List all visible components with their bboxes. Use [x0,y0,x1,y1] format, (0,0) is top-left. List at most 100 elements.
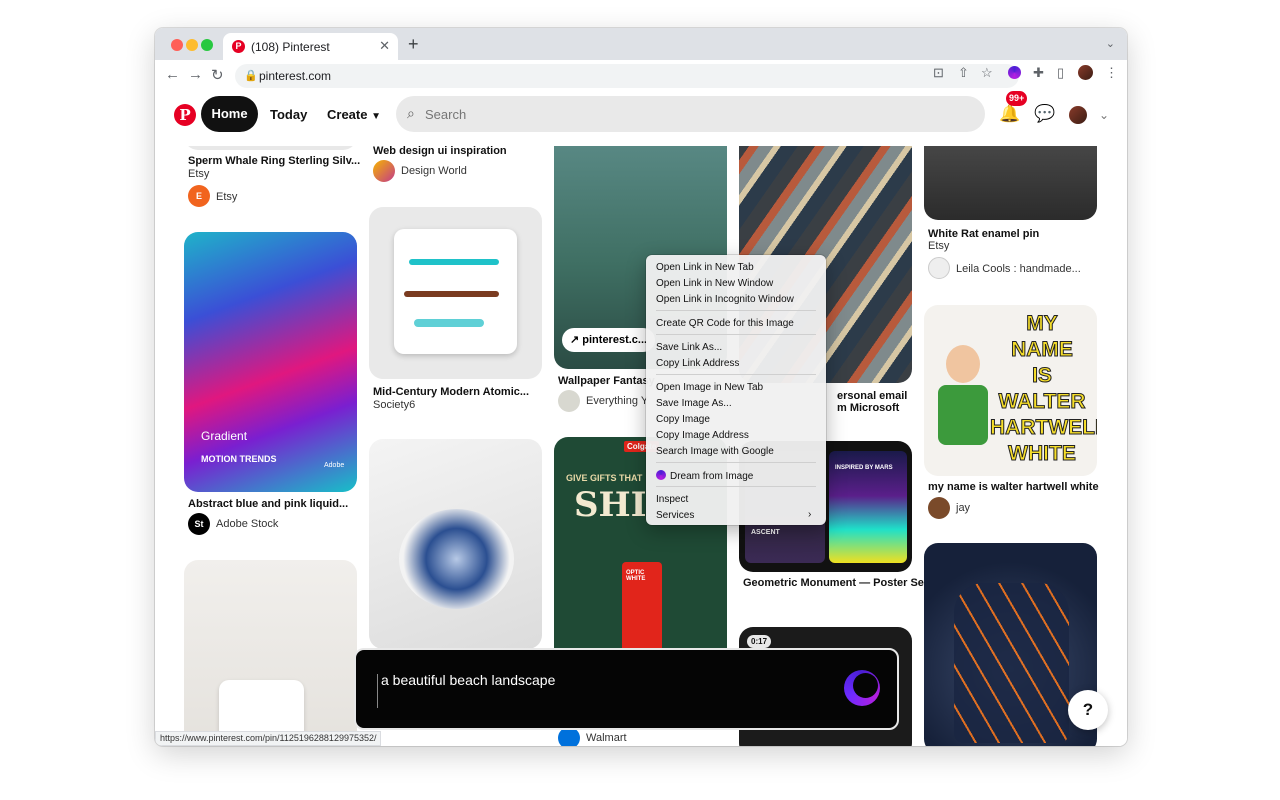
menu-item-copy-link-address[interactable]: Copy Link Address [656,358,739,369]
minimize-window-button[interactable] [186,39,198,51]
video-duration: 0:17 [747,635,772,648]
pin-author-avatar[interactable] [928,497,950,519]
adobe-logo-text: Adobe [324,462,345,469]
pin-author-avatar[interactable] [558,390,580,412]
pin-title[interactable]: Web design ui inspiration [373,146,507,157]
pin-image[interactable]: MY NAME IS WALTER HARTWELL WHITE [924,305,1097,476]
menu-item-save-image-as[interactable]: Save Image As... [656,398,732,409]
menu-item-label: Dream from Image [670,471,754,482]
hoodie-shape [954,583,1069,743]
pin-author[interactable]: jay [956,502,970,514]
home-button[interactable]: Home [201,96,258,132]
pin-author[interactable]: Leila Cools : handmade... [956,263,1081,275]
extensions-puzzle-icon[interactable]: ✚ [1033,65,1044,81]
pin-title-fragment[interactable]: m Microsoft [837,402,899,414]
ai-prompt-input[interactable]: a beautiful beach landscape [381,672,555,688]
messages-icon[interactable]: 💬 [1034,104,1055,124]
sink-shape [399,509,514,609]
browser-tab[interactable]: P (108) Pinterest ✕ [223,33,398,60]
browser-window: P (108) Pinterest ✕ + ⌄ ← → ↻ 🔒 pinteres… [155,28,1127,746]
bookmark-star-icon[interactable]: ☆ [981,65,993,81]
context-menu: Open Link in New Tab Open Link in New Wi… [646,255,826,525]
pin-author[interactable]: Adobe Stock [216,518,278,530]
pin-link-button[interactable]: ↗ pinterest.c... [562,328,656,352]
status-bar-url: https://www.pinterest.com/pin/1125196288… [155,731,382,746]
menu-item-copy-image-address[interactable]: Copy Image Address [656,430,749,441]
pin-subtitle: Etsy [188,168,210,180]
menu-item-dream-from-image[interactable]: Dream from Image [656,470,753,482]
create-menu[interactable]: Create ▼ [327,107,381,122]
pin-title[interactable]: Mid-Century Modern Atomic... [373,386,529,398]
menu-item-open-link-new-window[interactable]: Open Link in New Window [656,278,773,289]
pin-image[interactable] [369,207,542,379]
help-button[interactable]: ? [1068,690,1108,730]
pin-link-label: pinterest.c... [582,334,648,346]
pin-author-avatar[interactable] [373,160,395,182]
maximize-window-button[interactable] [201,39,213,51]
notifications-bell-icon[interactable]: 🔔 [999,104,1020,124]
ai-prompt-bar[interactable]: a beautiful beach landscape [354,648,899,730]
pin-title[interactable]: my name is walter hartwell white [928,481,1099,493]
pin-title[interactable]: White Rat enamel pin [928,228,1039,240]
menu-item-copy-image[interactable]: Copy Image [656,414,710,425]
ai-extension-icon[interactable] [1008,66,1021,79]
menu-item-open-link-new-tab[interactable]: Open Link in New Tab [656,262,754,273]
reload-icon[interactable]: ↻ [211,66,224,84]
menu-item-search-image-google[interactable]: Search Image with Google [656,446,774,457]
share-icon[interactable]: ⇧ [958,65,969,81]
new-tab-button[interactable]: + [408,34,419,55]
pin-title[interactable]: Abstract blue and pink liquid... [188,498,348,510]
pin-author[interactable]: Design World [401,165,467,177]
tab-bar: P (108) Pinterest ✕ + ⌄ [155,28,1127,60]
pin-image[interactable] [184,560,357,746]
browser-menu-icon[interactable]: ⋮ [1105,65,1118,81]
menu-item-inspect[interactable]: Inspect [656,494,688,505]
pin-author-avatar[interactable]: E [188,185,210,207]
meme-text: MY NAME IS WALTER HARTWELL WHITE [990,312,1098,466]
account-chevron-icon[interactable]: ⌄ [1099,108,1109,122]
pin-image-text: ASCENT [751,529,780,536]
install-icon[interactable]: ⊡ [933,65,944,81]
close-window-button[interactable] [171,39,183,51]
menu-item-open-image-new-tab[interactable]: Open Image in New Tab [656,382,763,393]
user-avatar[interactable] [1069,106,1087,124]
pin-title-fragment[interactable]: ersonal email [837,390,907,402]
menu-divider [656,334,816,335]
close-tab-icon[interactable]: ✕ [379,38,390,54]
pin-title[interactable]: Wallpaper Fantasy [558,375,655,387]
ai-orb-icon[interactable] [844,670,880,706]
pillow-shape [394,229,517,354]
side-panel-icon[interactable]: ▯ [1057,65,1064,81]
menu-item-create-qr-code[interactable]: Create QR Code for this Image [656,318,794,329]
menu-item-save-link-as[interactable]: Save Link As... [656,342,722,353]
menu-item-services[interactable]: Services [656,510,694,521]
notification-badge: 99+ [1006,91,1028,106]
pin-image[interactable] [369,439,542,649]
pin-image[interactable] [184,146,357,150]
back-arrow-icon[interactable]: ← [165,66,180,83]
pin-subtitle: Etsy [928,240,950,252]
menu-item-open-link-incognito[interactable]: Open Link in Incognito Window [656,294,794,305]
pin-author-avatar[interactable]: St [188,513,210,535]
tab-search-chevron-icon[interactable]: ⌄ [1106,37,1115,50]
pin-author[interactable]: Walmart [586,732,627,744]
pin-author[interactable]: Etsy [216,191,237,203]
pinterest-logo-icon[interactable]: P [174,104,196,126]
pin-image-text: SHI [574,485,647,525]
profile-avatar[interactable] [1078,65,1093,80]
forward-arrow-icon[interactable]: → [188,66,203,83]
pinterest-header: P Home Today Create ▼ ⌕ Search 🔔 99+ 💬 ⌄ [155,91,1127,146]
pin-title[interactable]: Sperm Whale Ring Sterling Silv... [188,155,360,167]
pin-image-text: INSPIRED BY MARS [835,465,893,471]
pin-author[interactable]: Everything Y [586,395,648,407]
poster-right: INSPIRED BY MARS [829,451,907,563]
menu-divider [656,462,816,463]
pin-image[interactable]: Gradient MOTION TRENDS Adobe [184,232,357,492]
chevron-down-icon: ▼ [371,111,381,122]
address-bar[interactable]: 🔒 pinterest.com [235,64,1019,88]
search-input[interactable]: ⌕ Search [396,96,985,132]
today-link[interactable]: Today [270,107,307,122]
pin-image-text: OPTIC WHITE [626,570,646,582]
pin-author-avatar[interactable] [928,257,950,279]
pin-image[interactable] [924,146,1097,220]
